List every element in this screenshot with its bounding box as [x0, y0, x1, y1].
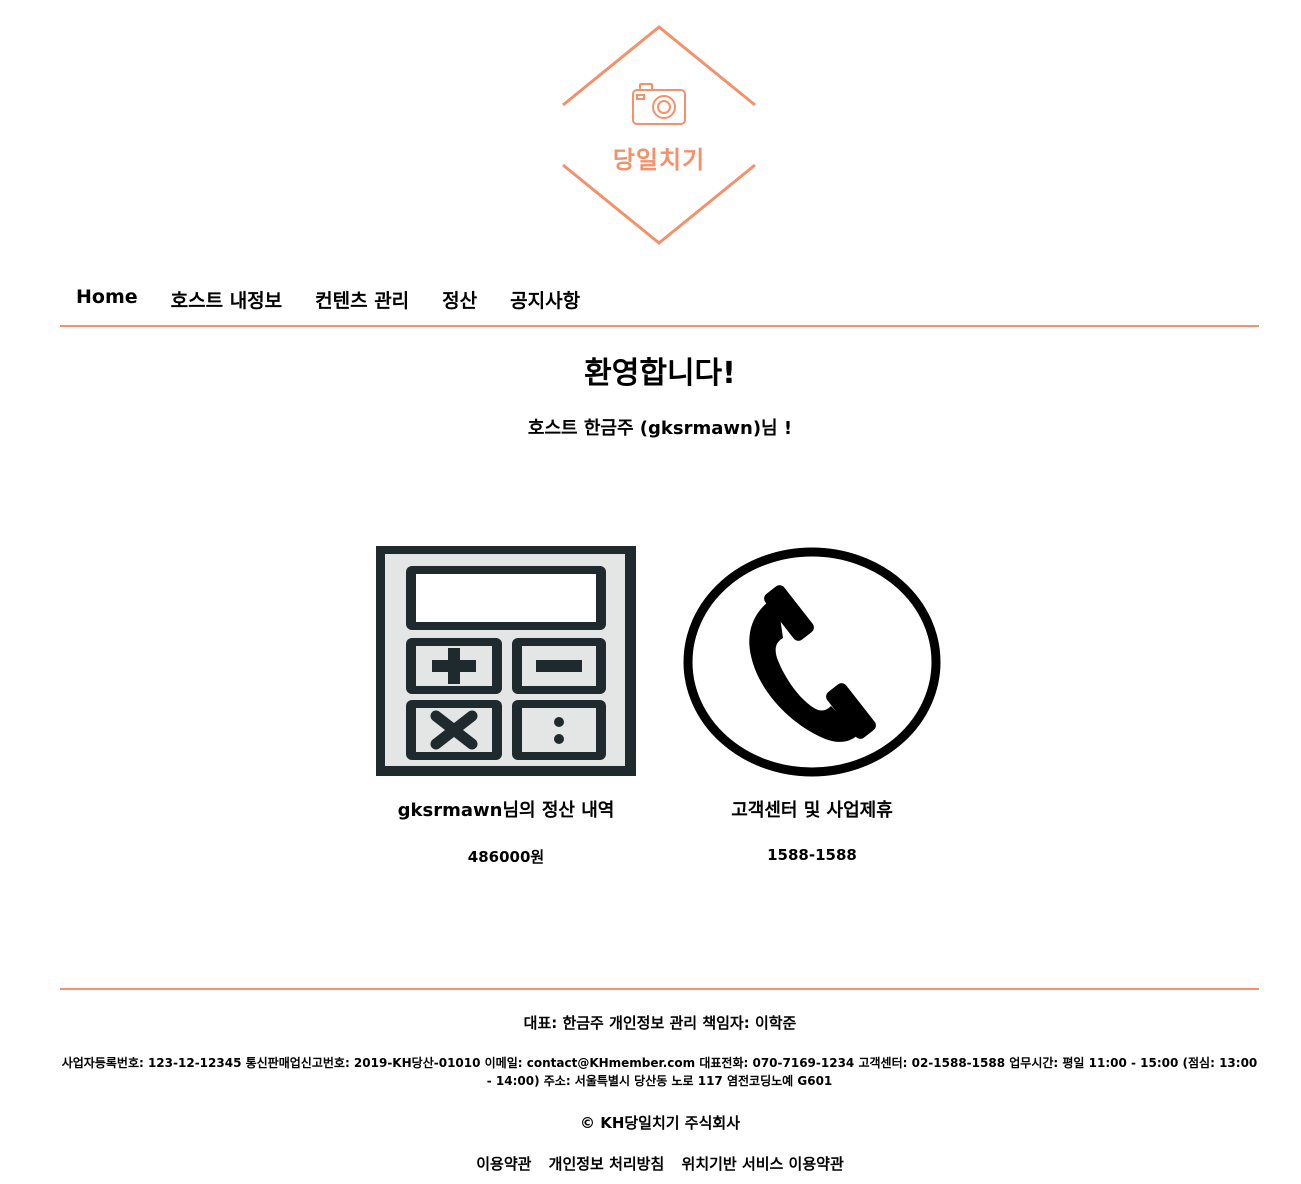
- footer-representative: 대표: 한금주 개인정보 관리 책임자: 이학준: [523, 1014, 797, 1032]
- nav-item-notices[interactable]: 공지사항: [494, 280, 597, 313]
- footer-business-info: 사업자등록번호: 123-12-12345 통신판매업신고번호: 2019-KH…: [61, 1056, 1258, 1088]
- nav-item-host-info[interactable]: 호스트 내정보: [155, 280, 300, 313]
- customer-center-card: 고객센터 및 사업제휴 1588-1588: [677, 546, 947, 864]
- phone-icon[interactable]: [681, 546, 943, 778]
- welcome-title: 환영합니다!: [584, 356, 736, 391]
- logo[interactable]: 당일치기: [558, 22, 760, 248]
- footer-link-terms[interactable]: 이용약관: [476, 1155, 531, 1173]
- footer-link-privacy[interactable]: 개인정보 처리방침: [549, 1155, 665, 1173]
- settlement-title[interactable]: gksrmawn님의 정산 내역: [351, 796, 661, 822]
- welcome-subtitle: 호스트 한금주 (gksrmawn)님 !: [527, 418, 793, 439]
- camera-icon: [632, 83, 686, 125]
- settlement-card: gksrmawn님의 정산 내역 486000원: [371, 546, 641, 866]
- settlement-amount: 486000원: [467, 848, 545, 866]
- footer-divider: [60, 988, 1259, 990]
- footer-links: 이용약관 개인정보 처리방침 위치기반 서비스 이용약관: [0, 1153, 1301, 1174]
- calculator-icon[interactable]: [376, 546, 636, 776]
- main-nav: Home 호스트 내정보 컨텐츠 관리 정산 공지사항: [60, 280, 1259, 327]
- footer-link-location-terms[interactable]: 위치기반 서비스 이용약관: [682, 1155, 844, 1173]
- nav-item-settlement[interactable]: 정산: [426, 280, 494, 313]
- nav-item-content-management[interactable]: 컨텐츠 관리: [299, 280, 426, 313]
- logo-text: 당일치기: [612, 146, 706, 174]
- footer-copyright: © KH당일치기 주식회사: [579, 1114, 741, 1132]
- nav-item-home[interactable]: Home: [60, 280, 155, 308]
- logo-diamond: [562, 25, 756, 245]
- customer-center-phone: 1588-1588: [767, 846, 857, 864]
- customer-center-title[interactable]: 고객센터 및 사업제휴: [657, 796, 967, 822]
